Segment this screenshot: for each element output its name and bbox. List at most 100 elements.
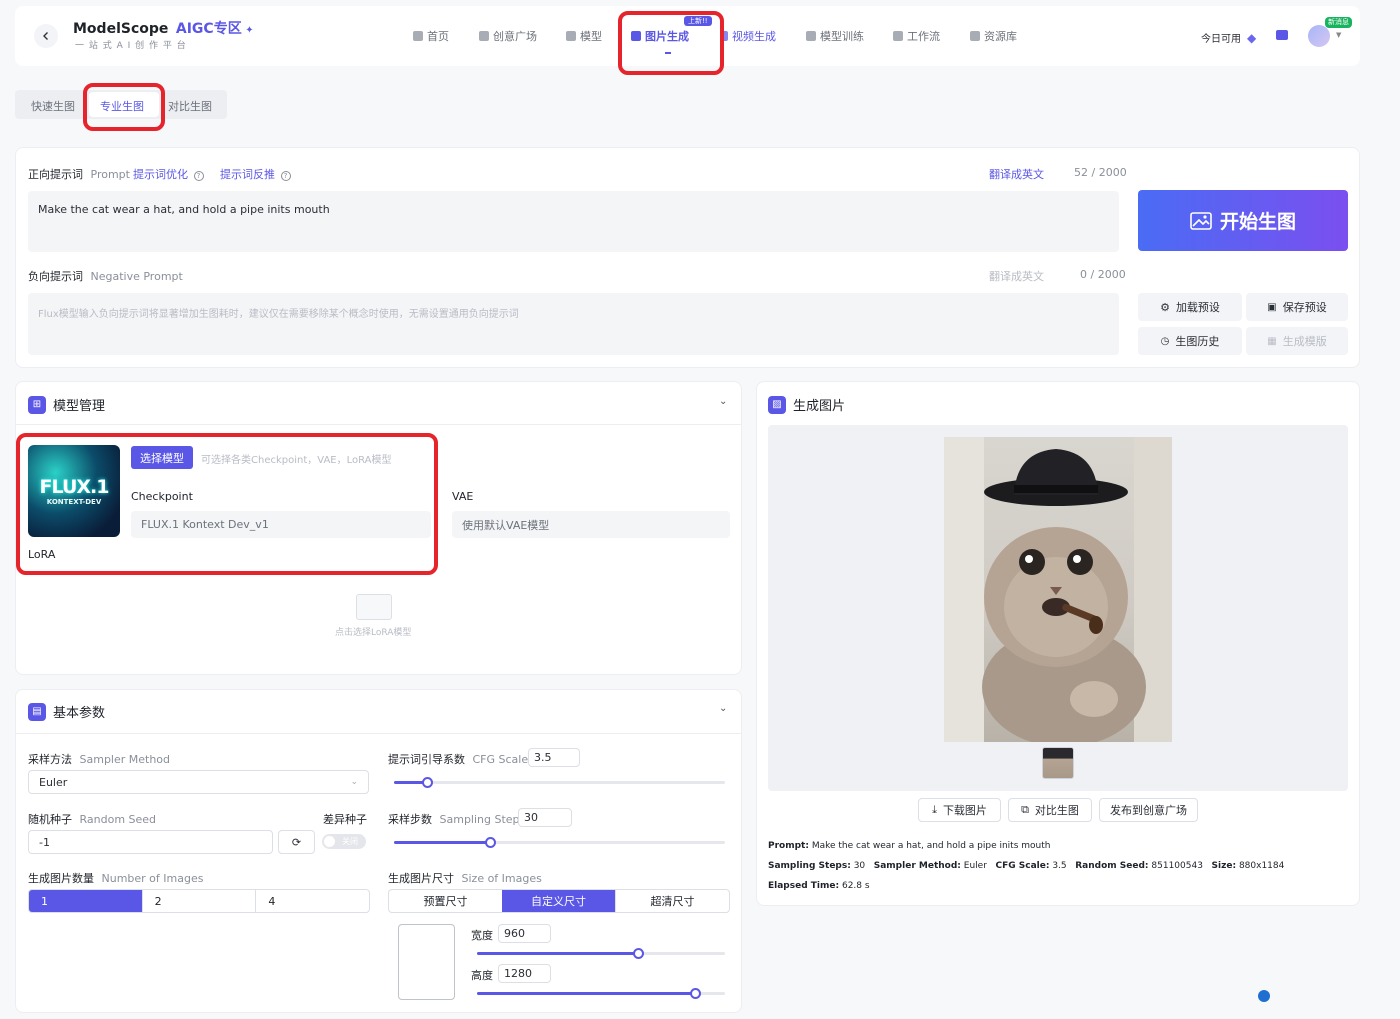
model-thumb-sub: KONTEXT-DEV	[46, 498, 102, 506]
cfg-slider[interactable]	[394, 777, 725, 788]
negative-input[interactable]: Flux模型输入负向提示词将显著增加生图耗时，建议仅在需要移除某个概念时使用，无…	[28, 293, 1119, 355]
nav-image-gen[interactable]: 图片生成	[631, 28, 689, 44]
nav-workflow[interactable]: 工作流	[893, 28, 940, 44]
history-button[interactable]: ◷ 生图历史	[1138, 327, 1242, 355]
back-button[interactable]	[34, 24, 58, 48]
video-icon	[722, 31, 728, 41]
num-option-1[interactable]: 1	[29, 890, 142, 912]
cat-illustration	[944, 437, 1172, 742]
nav-models[interactable]: 模型	[566, 28, 602, 44]
prompt-count: 52 / 2000	[1074, 166, 1127, 179]
steps-slider-knob[interactable]	[484, 837, 496, 848]
lora-label: LoRA	[28, 548, 56, 561]
compare-icon: ⧉	[1021, 803, 1029, 816]
clock-icon: ◷	[1160, 335, 1170, 347]
nav-video-gen[interactable]: 视频生成	[722, 28, 776, 44]
variation-toggle[interactable]: 关闭	[322, 834, 366, 849]
prompt-reverse-link[interactable]: 提示词反推 ?	[220, 166, 291, 182]
chevron-left-icon	[43, 32, 48, 40]
chevron-down-icon: ⌄	[350, 777, 358, 787]
square-icon	[479, 31, 489, 41]
grid-icon: ▦	[1267, 335, 1277, 347]
size-option-custom[interactable]: 自定义尺寸	[502, 890, 615, 912]
width-slider[interactable]	[477, 948, 725, 959]
negative-translate-link[interactable]: 翻译成英文	[989, 268, 1044, 284]
params-collapse-icon[interactable]: ⌄	[719, 703, 727, 714]
select-model-hint: 可选择各类Checkpoint，VAE，LoRA模型	[201, 455, 392, 466]
toggle-text: 关闭	[342, 837, 358, 846]
nav-home[interactable]: 首页	[413, 28, 449, 44]
nav-creative-square[interactable]: 创意广场	[479, 28, 537, 44]
grid-icon: ⊞	[28, 395, 46, 414]
params-card-header[interactable]: ▤ 基本参数	[28, 702, 105, 721]
load-preset-button[interactable]: ⚙ 加载预设	[1138, 293, 1242, 321]
steps-label: 采样步数 Sampling Steps	[388, 813, 526, 826]
vae-field[interactable]: 使用默认VAE模型	[452, 511, 730, 538]
sparkle-icon: ✦	[245, 25, 254, 36]
num-option-2[interactable]: 2	[141, 890, 256, 912]
brand-name: ModelScope	[73, 21, 169, 37]
size-option-preset[interactable]: 预置尺寸	[389, 890, 502, 912]
model-divider	[16, 424, 741, 425]
size-option-hd[interactable]: 超清尺寸	[615, 890, 729, 912]
cube-icon	[566, 31, 576, 41]
checkpoint-field[interactable]: FLUX.1 Kontext Dev_v1	[131, 511, 431, 538]
save-preset-button[interactable]: ▣ 保存预设	[1246, 293, 1348, 321]
new-badge: 上新!!	[684, 16, 712, 26]
seed-label: 随机种子 Random Seed	[28, 813, 157, 826]
help-icon: ?	[280, 171, 291, 181]
num-images-label: 生成图片数量 Number of Images	[28, 872, 204, 885]
select-model-button[interactable]: 选择模型	[131, 446, 193, 469]
num-option-4[interactable]: 4	[255, 890, 369, 912]
model-card-header[interactable]: ⊞ 模型管理	[28, 395, 105, 414]
steps-slider[interactable]	[394, 837, 725, 848]
model-thumbnail[interactable]: FLUX.1 KONTEXT-DEV	[28, 445, 120, 537]
generated-image[interactable]	[944, 437, 1172, 742]
lora-hint[interactable]: 点击选择LoRA模型	[335, 625, 411, 638]
diamond-icon: ◆	[1247, 30, 1257, 45]
negative-count: 0 / 2000	[1080, 268, 1126, 281]
generate-button[interactable]: 开始生图	[1138, 190, 1348, 251]
chevron-down-icon[interactable]: ▼	[1336, 31, 1341, 39]
steps-input[interactable]: 30	[518, 808, 572, 827]
download-button[interactable]: ⤓ 下载图片	[918, 798, 1001, 822]
avatar[interactable]	[1308, 25, 1330, 47]
variation-seed-label: 差异种子	[323, 813, 367, 826]
download-icon: ⤓	[932, 803, 937, 816]
sampler-select[interactable]: Euler ⌄	[28, 770, 369, 794]
prompt-input[interactable]: Make the cat wear a hat, and hold a pipe…	[28, 191, 1119, 252]
model-collapse-icon[interactable]: ⌄	[719, 396, 727, 407]
negative-label: 负向提示词 Negative Prompt	[28, 270, 183, 283]
floating-dot[interactable]	[1258, 990, 1270, 1002]
brand-zone: AIGC专区	[175, 21, 242, 37]
width-input[interactable]: 960	[498, 924, 551, 943]
tab-compare[interactable]: 对比生图	[168, 98, 212, 114]
nav-resources[interactable]: 资源库	[970, 28, 1017, 44]
cfg-label: 提示词引导系数 CFG Scale	[388, 753, 529, 766]
seed-input[interactable]: -1	[28, 830, 273, 854]
template-button[interactable]: ▦ 生成模版	[1246, 327, 1348, 355]
refresh-seed-button[interactable]: ⟳	[278, 830, 315, 854]
checkpoint-label: Checkpoint	[131, 490, 193, 503]
prompt-translate-link[interactable]: 翻译成英文	[989, 166, 1044, 182]
tab-quick[interactable]: 快速生图	[31, 98, 75, 114]
nav-training[interactable]: 模型训练	[806, 28, 864, 44]
vae-label: VAE	[452, 490, 474, 503]
width-slider-fill	[477, 952, 639, 955]
height-input[interactable]: 1280	[498, 964, 551, 983]
height-slider[interactable]	[477, 988, 725, 999]
message-icon[interactable]	[1276, 30, 1288, 40]
cfg-input[interactable]: 3.5	[528, 748, 580, 767]
image-icon	[1190, 211, 1212, 230]
refresh-icon: ⟳	[291, 835, 302, 849]
brand-subtitle: 一 站 式 A I 创 作 平 台	[75, 41, 187, 51]
gear-icon: ⚙	[1160, 300, 1170, 314]
workflow-icon	[893, 31, 903, 41]
lora-empty-icon[interactable]	[356, 594, 392, 620]
brand[interactable]: ModelScope AIGC专区 ✦	[73, 18, 254, 38]
today-available[interactable]: 今日可用 ◆	[1201, 30, 1257, 46]
prompt-optimize-link[interactable]: 提示词优化 ?	[133, 166, 204, 182]
publish-button[interactable]: 发布到创意广场	[1099, 798, 1198, 822]
result-thumbnail[interactable]	[1042, 747, 1074, 779]
compare-button[interactable]: ⧉ 对比生图	[1008, 798, 1092, 822]
